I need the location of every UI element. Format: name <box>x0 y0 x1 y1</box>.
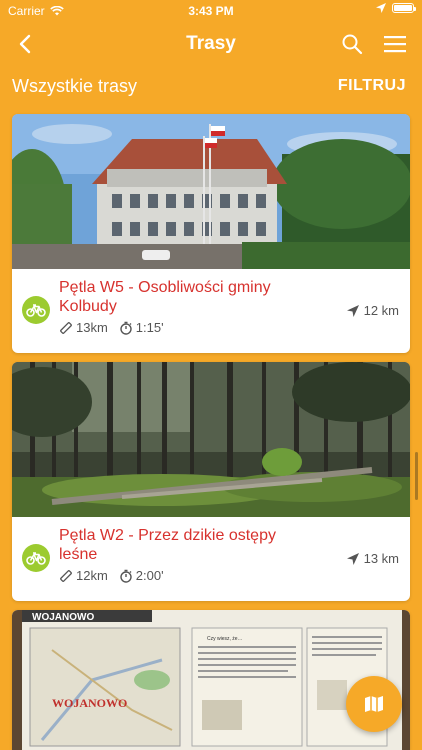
route-duration-value: 1:15' <box>135 320 164 335</box>
navigation-arrow-icon <box>346 552 359 565</box>
route-card[interactable]: Pętla W5 - Osobliwości gminy Kolbudy 13k… <box>12 114 410 353</box>
status-bar: Carrier 3:43 PM <box>0 0 422 22</box>
ruler-icon <box>60 569 72 582</box>
hamburger-menu-icon[interactable] <box>382 32 408 56</box>
route-photo-map-board: WOJANOWO WOJANOWO Czy wiesz, że… <box>12 610 410 750</box>
status-right <box>376 3 416 13</box>
route-distance-value: 12 km <box>363 303 399 318</box>
route-distance: 12 km <box>346 303 399 318</box>
all-routes-label: Wszystkie trasy <box>12 76 138 96</box>
route-length: 12km <box>59 568 108 583</box>
route-photo-forest <box>12 362 410 517</box>
stopwatch-icon <box>120 321 132 335</box>
route-length-value: 13km <box>76 320 108 335</box>
route-length-value: 12km <box>76 568 108 583</box>
map-icon <box>365 696 383 712</box>
bicycle-icon <box>22 544 50 572</box>
scrollbar[interactable] <box>415 452 418 500</box>
route-photo-building <box>12 114 410 269</box>
navigation-arrow-icon <box>346 304 359 317</box>
board-red-title-text: WOJANOWO <box>52 696 127 710</box>
location-arrow-icon <box>376 3 386 13</box>
route-name: Pętla W2 - Przez dzikie ostępy leśne <box>59 527 276 563</box>
route-info: Pętla W5 - Osobliwości gminy Kolbudy 13k… <box>12 269 410 353</box>
route-card[interactable]: Pętla W2 - Przez dzikie ostępy leśne 12k… <box>12 362 410 601</box>
stopwatch-icon <box>120 569 132 583</box>
route-meta: 13km 1:15' <box>59 320 175 335</box>
board-caption-text: Czy wiesz, że… <box>207 636 243 642</box>
board-title-text: WOJANOWO <box>32 612 94 623</box>
route-distance: 13 km <box>346 551 399 566</box>
navigation-bar: Trasy <box>0 22 422 66</box>
filter-button[interactable]: FILTRUJ <box>338 77 406 95</box>
route-length: 13km <box>59 320 108 335</box>
route-duration: 2:00' <box>119 568 164 583</box>
route-card[interactable]: WOJANOWO WOJANOWO Czy wiesz, że… <box>12 610 410 750</box>
bicycle-icon <box>22 296 50 324</box>
route-info: Pętla W2 - Przez dzikie ostępy leśne 12k… <box>12 517 410 601</box>
route-distance-value: 13 km <box>363 551 399 566</box>
ruler-icon <box>60 321 72 334</box>
route-duration: 1:15' <box>119 320 164 335</box>
route-duration-value: 2:00' <box>135 568 164 583</box>
battery-icon <box>392 3 416 13</box>
route-name: Pętla W5 - Osobliwości gminy Kolbudy <box>59 279 271 315</box>
status-time: 3:43 PM <box>188 4 234 18</box>
map-view-button[interactable] <box>346 676 402 732</box>
search-icon[interactable] <box>340 32 364 56</box>
list-header: Wszystkie trasy FILTRUJ <box>0 70 422 104</box>
route-meta: 12km 2:00' <box>59 568 175 583</box>
